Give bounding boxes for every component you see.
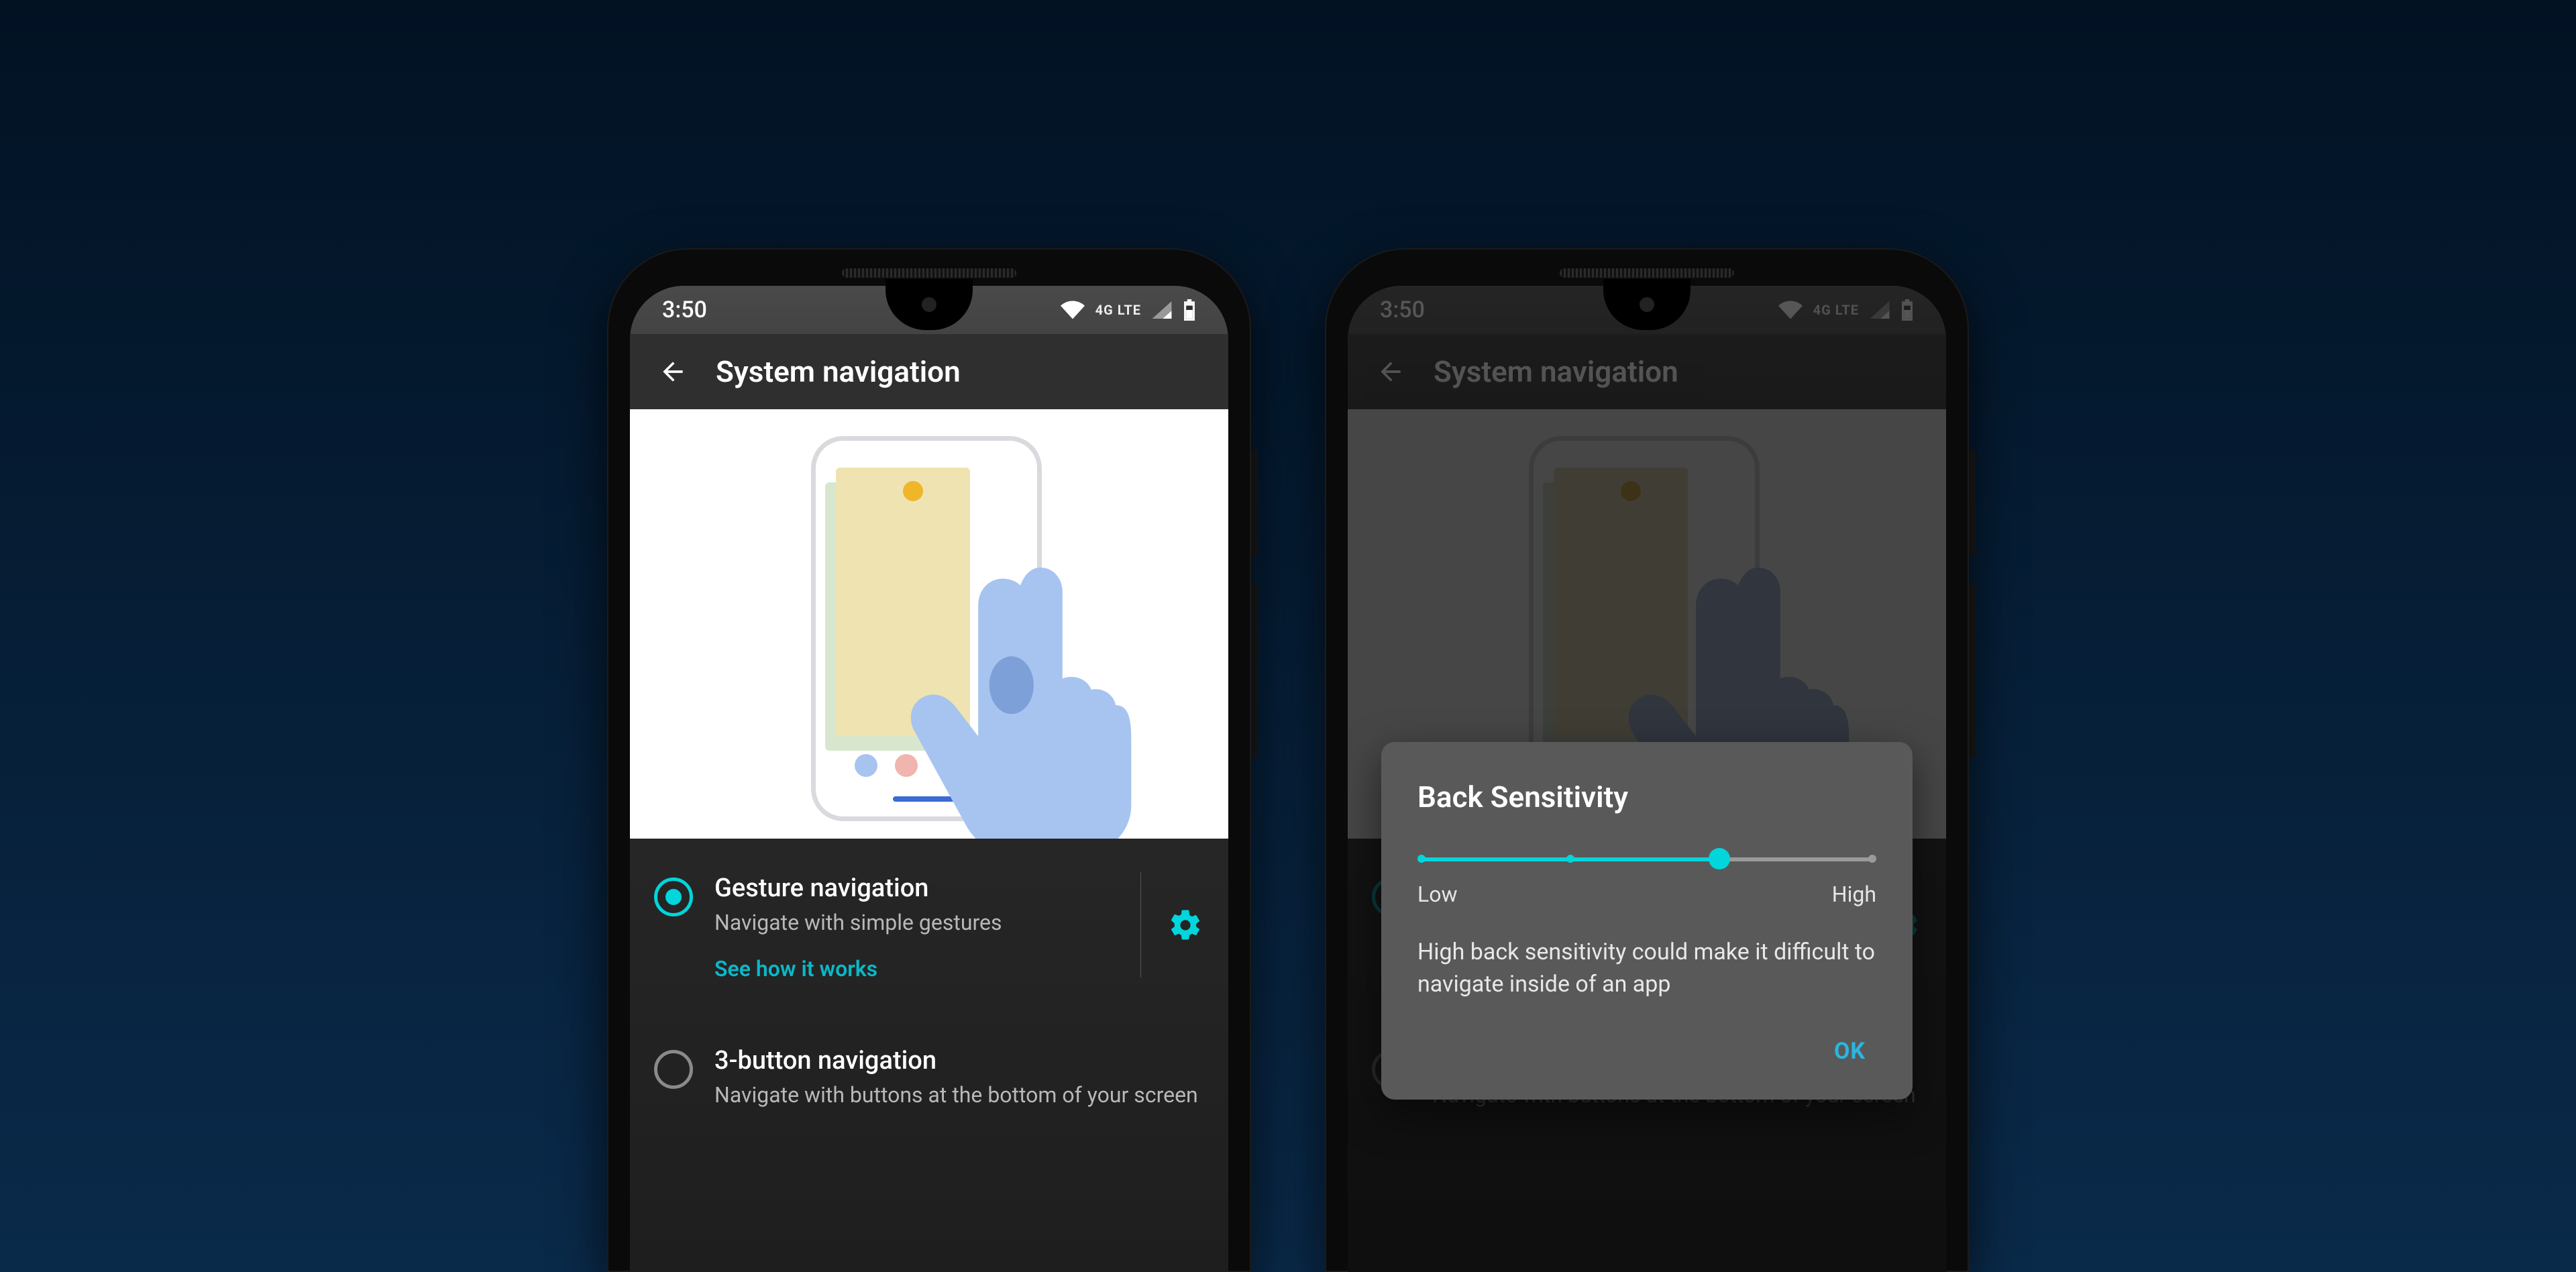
wifi-icon <box>1061 301 1085 319</box>
screen: 3:50 4G LTE <box>630 286 1228 1272</box>
divider <box>1140 872 1141 977</box>
dialog-message: High back sensitivity could make it diff… <box>1417 937 1876 1000</box>
slider-high-label: High <box>1832 882 1876 907</box>
dialog-title: Back Sensitivity <box>1417 780 1876 814</box>
option-subtitle: Navigate with simple gestures <box>714 908 1204 937</box>
signal-icon <box>1152 301 1172 319</box>
sensitivity-slider[interactable] <box>1421 851 1872 867</box>
phone-frame: 3:50 4G LTE <box>1325 248 1969 1272</box>
phone-side-button <box>1251 449 1258 557</box>
phone-side-button <box>1251 584 1258 758</box>
front-camera-icon <box>1638 295 1656 314</box>
earpiece <box>1560 268 1734 278</box>
radio-unselected-icon[interactable] <box>654 1050 693 1089</box>
gesture-settings-button[interactable] <box>1168 908 1203 943</box>
back-sensitivity-dialog: Back Sensitivity Low High High back sens… <box>1381 742 1913 1100</box>
option-three-button-navigation[interactable]: 3-button navigation Navigate with button… <box>630 1011 1228 1139</box>
phone-frame: 3:50 4G LTE <box>607 248 1251 1272</box>
screen: 3:50 4G LTE <box>1348 286 1946 1272</box>
network-type-label: 4G LTE <box>1095 302 1141 318</box>
phone-left: 3:50 4G LTE <box>607 248 1251 1272</box>
earpiece <box>842 268 1016 278</box>
see-how-it-works-link[interactable]: See how it works <box>714 956 1204 982</box>
gesture-illustration <box>630 409 1228 839</box>
battery-icon <box>1183 299 1196 321</box>
hand-icon <box>906 568 1134 839</box>
slider-thumb-icon[interactable] <box>1709 848 1730 869</box>
option-subtitle: Navigate with buttons at the bottom of y… <box>714 1081 1204 1110</box>
status-time: 3:50 <box>662 297 707 323</box>
dialog-ok-button[interactable]: OK <box>1823 1030 1876 1073</box>
page-title: System navigation <box>716 354 961 389</box>
radio-selected-icon[interactable] <box>654 878 693 916</box>
slider-low-label: Low <box>1417 882 1458 907</box>
option-gesture-navigation[interactable]: Gesture navigation Navigate with simple … <box>630 839 1228 1011</box>
front-camera-icon <box>920 295 938 314</box>
phone-side-button <box>1969 584 1976 758</box>
back-button[interactable] <box>654 353 692 390</box>
option-title: Gesture navigation <box>714 873 1204 903</box>
canvas: 3:50 4G LTE <box>0 0 2576 1272</box>
phone-side-button <box>1969 449 1976 557</box>
phone-right: 3:50 4G LTE <box>1325 248 1969 1272</box>
option-title: 3-button navigation <box>714 1046 1204 1075</box>
app-bar: System navigation <box>630 334 1228 409</box>
